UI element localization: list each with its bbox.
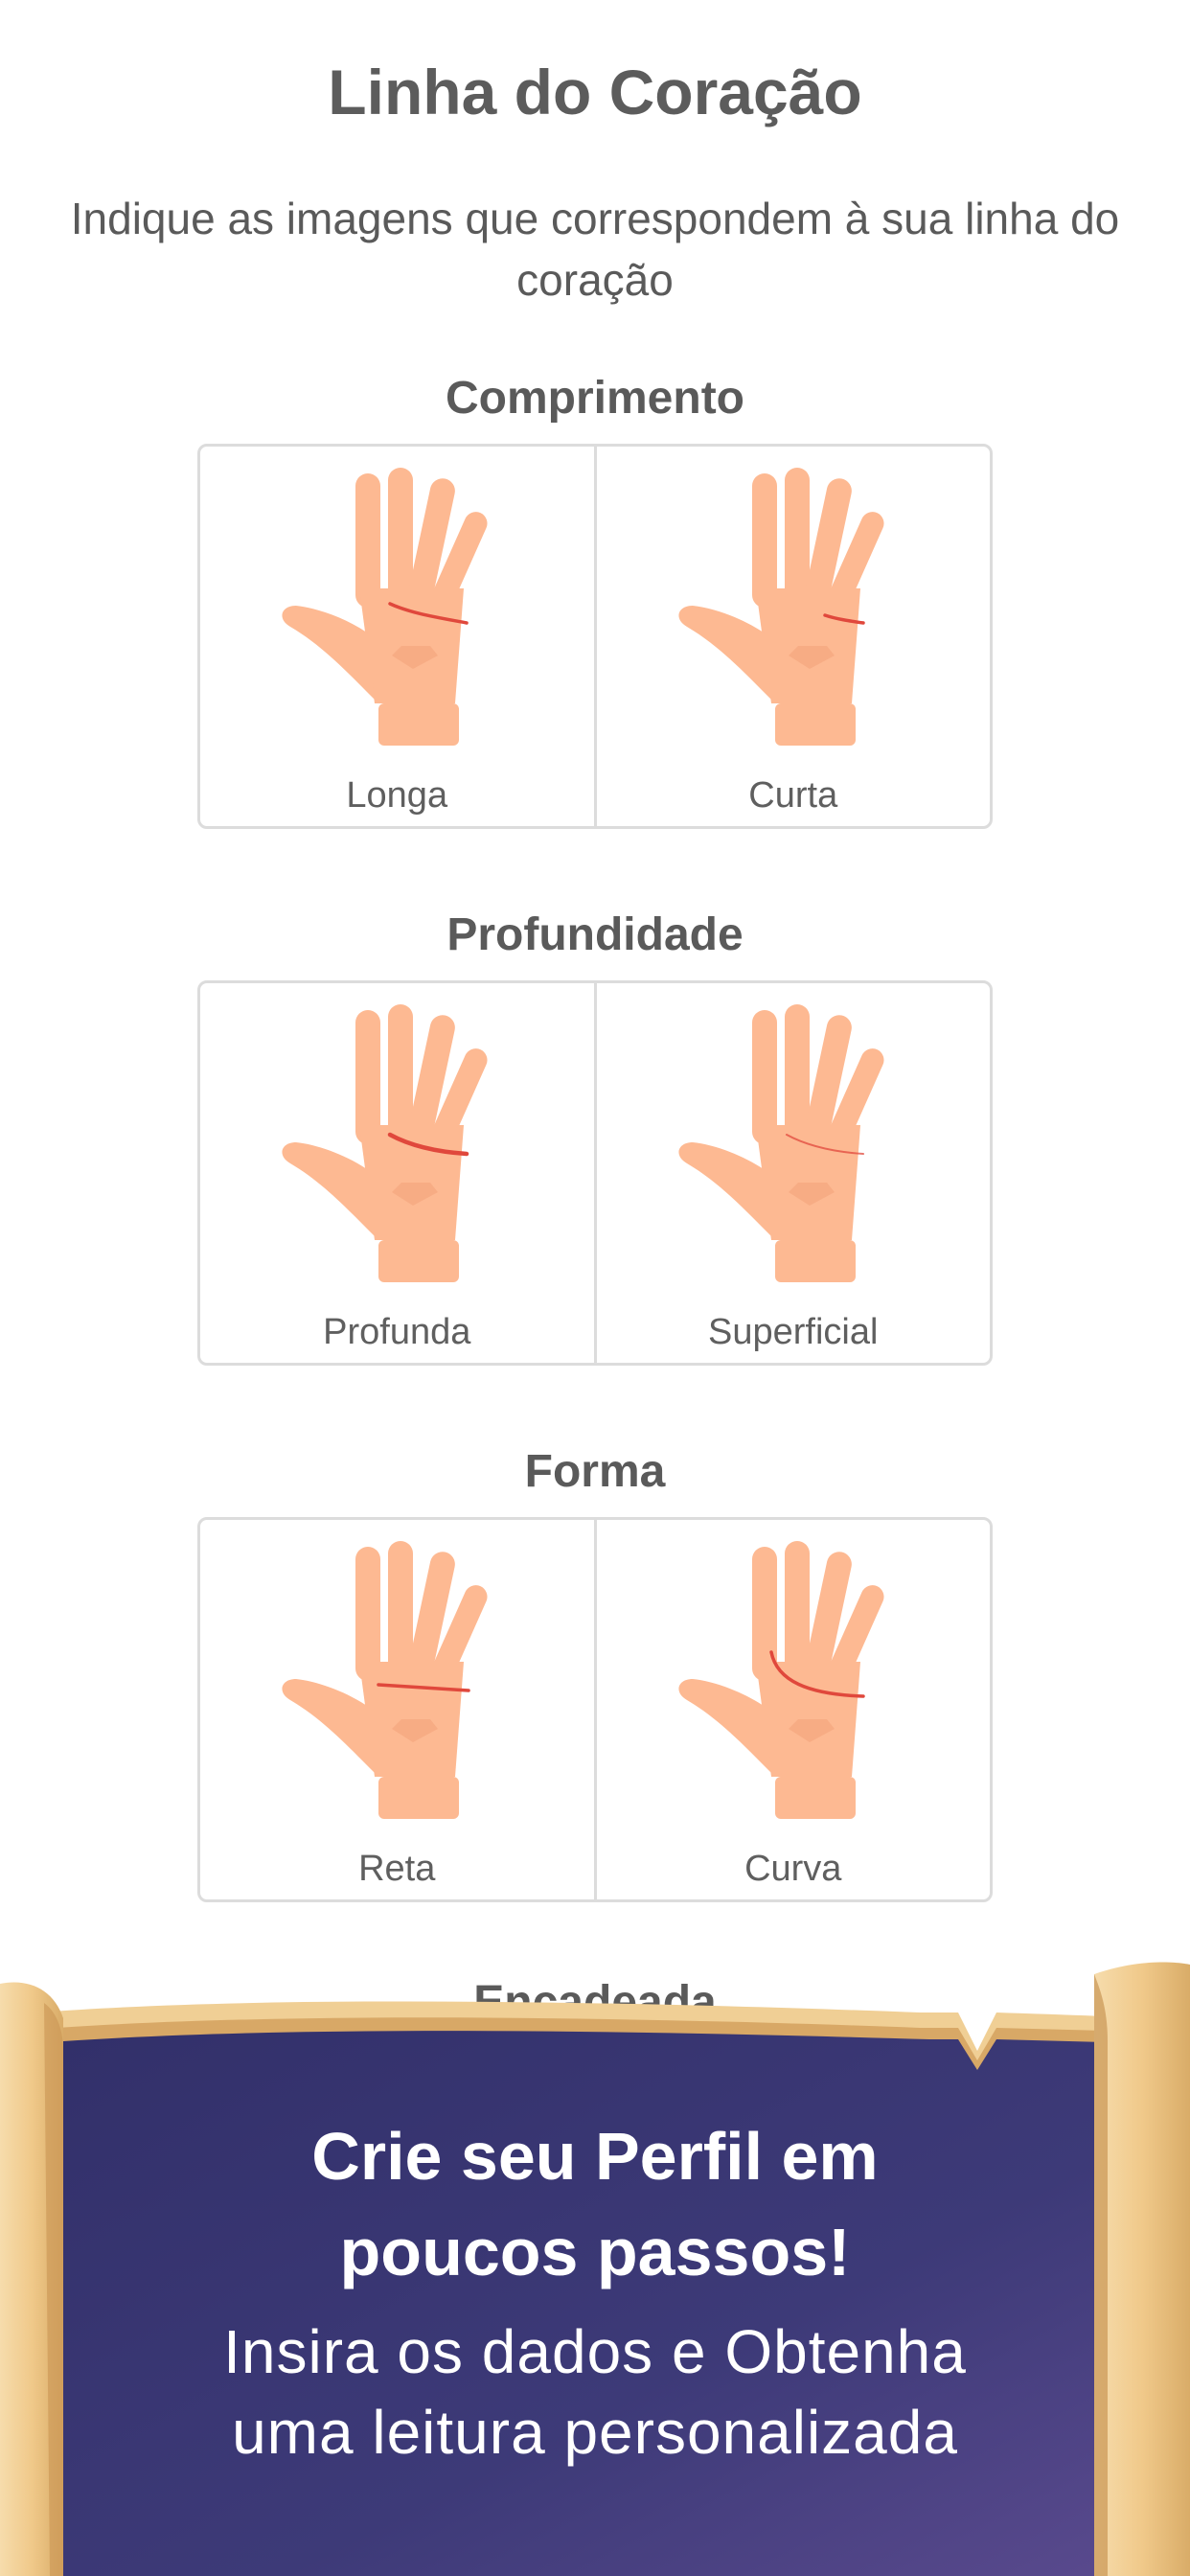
option-grid-profundidade: Profunda Superficial [197,980,993,1366]
section-title-profundidade: Profundidade [446,909,744,960]
option-curva[interactable]: Curva [593,1520,991,1899]
section-title-comprimento: Comprimento [446,373,744,424]
option-label: Superficial [708,1312,879,1352]
option-label: Curva [744,1849,842,1889]
option-label: Curta [748,775,838,816]
hand-icon [678,468,884,746]
option-profunda[interactable]: Profunda [200,983,594,1363]
option-label: Profunda [323,1312,471,1352]
section-title-forma: Forma [524,1446,666,1497]
option-grid-forma: Reta Curva [197,1517,993,1902]
promo-heading: Crie seu Perfil em poucos passos! [311,2119,879,2289]
hand-icon [678,1004,884,1282]
option-curta[interactable]: Curta [593,447,991,826]
option-longa[interactable]: Longa [200,447,594,826]
page-subtitle: Indique as imagens que correspondem à su… [70,194,1120,305]
option-label: Reta [358,1849,436,1889]
option-reta[interactable]: Reta [200,1520,594,1899]
option-grid-comprimento: Longa Curta [197,444,993,829]
hand-icon [678,1541,884,1819]
option-label: Longa [346,775,448,816]
hand-icon [282,1004,488,1282]
hand-icon [282,1541,488,1819]
option-superficial[interactable]: Superficial [593,983,991,1363]
page-title: Linha do Coração [328,57,862,127]
promo-subheading: Insira os dados e Obtenha uma leitura pe… [223,2317,967,2467]
hand-icon [282,468,488,746]
